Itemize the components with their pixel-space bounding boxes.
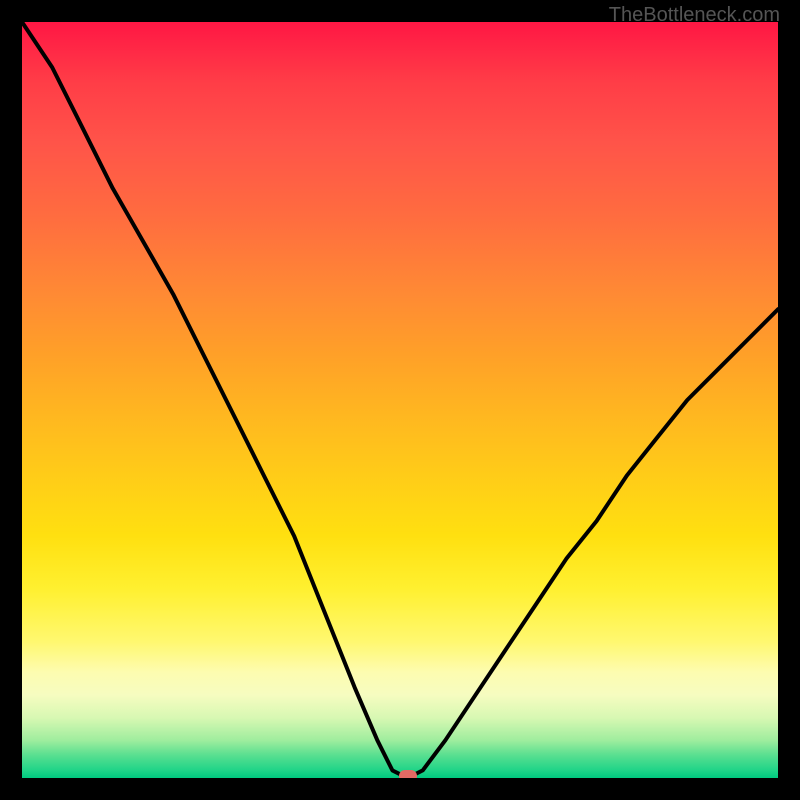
plot-area	[22, 22, 778, 778]
watermark-text: TheBottleneck.com	[609, 4, 780, 27]
chart-container: TheBottleneck.com	[0, 0, 800, 800]
bottleneck-curve	[22, 22, 778, 778]
curve-svg	[22, 22, 778, 778]
minimum-marker	[399, 770, 417, 778]
